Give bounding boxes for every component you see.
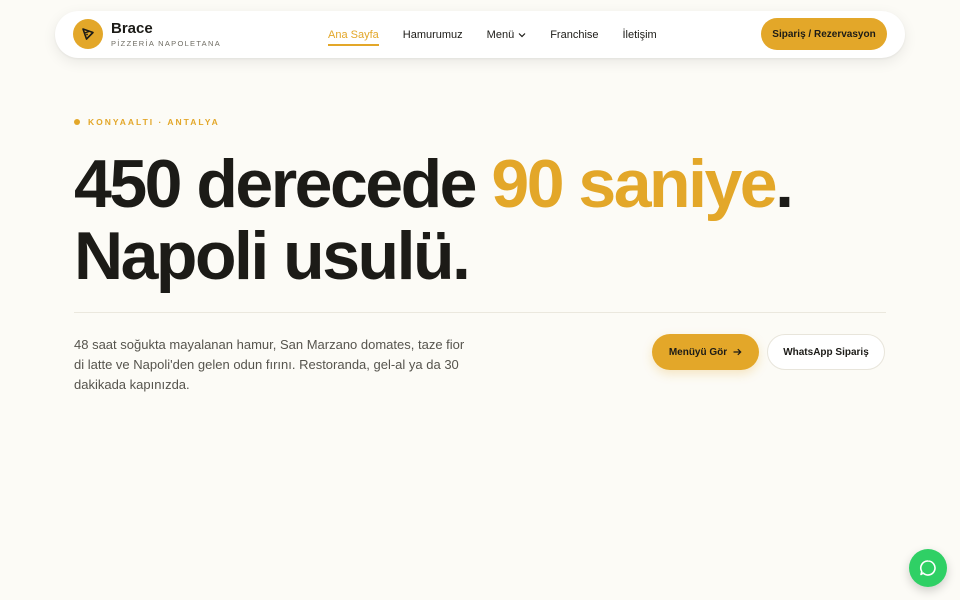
headline-accent: 90 saniye — [491, 146, 777, 222]
chat-bubble-icon — [919, 559, 937, 577]
view-menu-button[interactable]: Menüyü Gör — [652, 334, 759, 370]
order-reservation-button[interactable]: Sipariş / Rezervasyon — [761, 18, 887, 50]
hero-description: 48 saat soğukta mayalanan hamur, San Mar… — [74, 337, 465, 392]
chevron-down-icon — [518, 32, 526, 38]
brand-subtitle: PİZZERİA NAPOLETANA — [111, 38, 221, 48]
nav-label: Ana Sayfa — [328, 28, 379, 41]
pizza-slice-icon — [73, 19, 103, 49]
headline-part1: 450 derecede — [74, 146, 492, 222]
hero-divider — [74, 312, 886, 313]
nav-item-menu[interactable]: Menü — [487, 29, 527, 41]
navbar: Brace PİZZERİA NAPOLETANA Ana Sayfa Hamu… — [55, 11, 905, 58]
arrow-right-icon — [733, 348, 742, 356]
dot-icon — [74, 119, 80, 125]
main-nav: Ana Sayfa Hamurumuz Menü Franchise İleti… — [328, 11, 681, 58]
location-eyebrow: KONYAALTI · ANTALYA — [74, 117, 220, 127]
nav-label: Hamurumuz — [402, 28, 463, 41]
eyebrow-text: KONYAALTI · ANTALYA — [88, 117, 220, 127]
view-menu-label: Menüyü Gör — [668, 346, 728, 358]
whatsapp-chat-button[interactable] — [909, 549, 947, 587]
brand-text: Brace PİZZERİA NAPOLETANA — [111, 19, 221, 48]
nav-item-iletisim[interactable]: İletişim — [623, 29, 657, 41]
brand-name: Brace — [111, 19, 153, 37]
nav-label: Franchise — [550, 28, 599, 41]
hero-headline: 450 derecede 90 saniye. Napoli usulü. — [74, 148, 794, 292]
nav-label: Menü — [486, 28, 515, 41]
whatsapp-order-button[interactable]: WhatsApp Sipariş — [767, 334, 885, 370]
nav-item-ana-sayfa[interactable]: Ana Sayfa — [328, 28, 379, 46]
nav-item-franchise[interactable]: Franchise — [550, 29, 598, 41]
nav-label: İletişim — [622, 28, 657, 41]
nav-item-hamurumuz[interactable]: Hamurumuz — [403, 29, 463, 41]
page: Brace PİZZERİA NAPOLETANA Ana Sayfa Hamu… — [0, 0, 960, 600]
brand-logo[interactable]: Brace PİZZERİA NAPOLETANA — [73, 19, 221, 49]
